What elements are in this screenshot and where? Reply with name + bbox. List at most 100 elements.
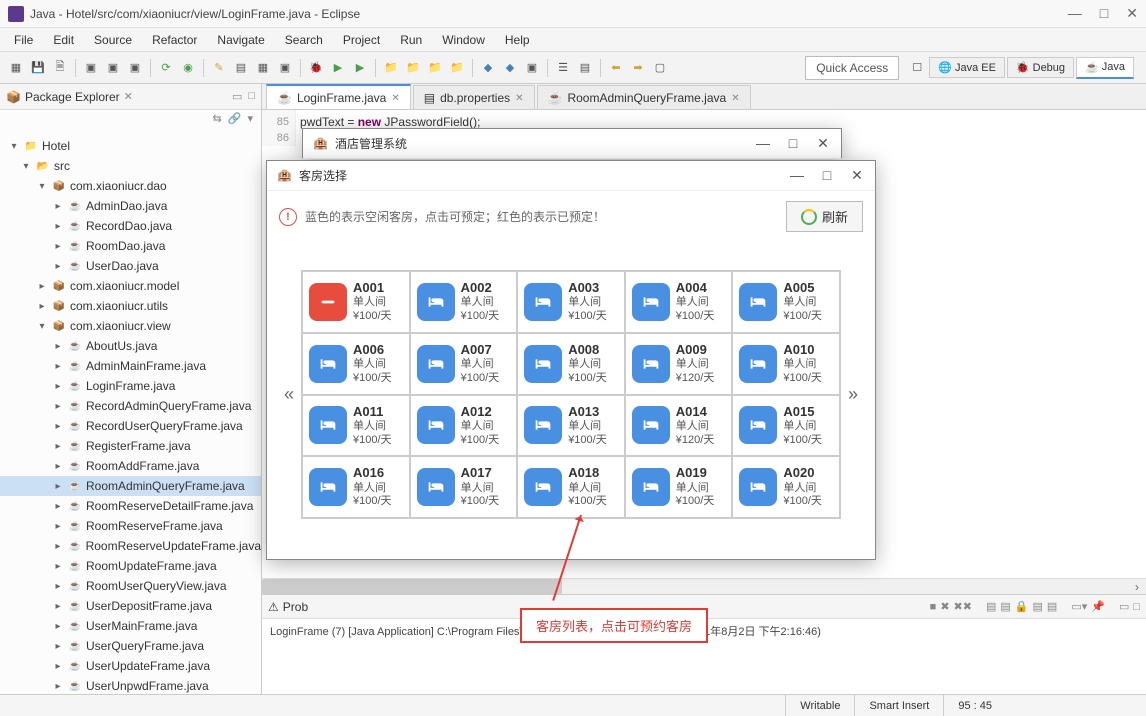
tree-node[interactable]: ▸☕RoomReserveUpdateFrame.java — [0, 536, 261, 556]
new-button[interactable]: ▦ — [6, 58, 26, 78]
debug-button[interactable]: 🐞 — [306, 58, 326, 78]
tree-node[interactable]: ▸☕RoomReserveDetailFrame.java — [0, 496, 261, 516]
menu-window[interactable]: Window — [434, 31, 493, 49]
room-cell[interactable]: A015 单人间 ¥100/天 — [732, 395, 840, 457]
editor-tab[interactable]: ▤db.properties✕ — [413, 85, 535, 109]
open-perspective-button[interactable]: ☐ — [907, 58, 927, 78]
room-cell[interactable]: A016 单人间 ¥100/天 — [302, 456, 410, 518]
dialog-close-button[interactable]: ✕ — [815, 135, 831, 152]
tree-node[interactable]: ▸☕UserUpdateFrame.java — [0, 656, 261, 676]
tree-node[interactable]: ▸☕UserMainFrame.java — [0, 616, 261, 636]
menu-navigate[interactable]: Navigate — [209, 31, 272, 49]
toolbar-button[interactable]: 📁 — [381, 58, 401, 78]
toolbar-button[interactable]: ▣ — [522, 58, 542, 78]
tree-node[interactable]: ▸☕RoomUpdateFrame.java — [0, 556, 261, 576]
toolbar-button[interactable]: ▣ — [125, 58, 145, 78]
console-select-button[interactable]: ▭▾ — [1071, 600, 1087, 613]
console-toolbar-button[interactable]: ▤ — [1047, 600, 1057, 613]
tree-node[interactable]: ▾📦com.xiaoniucr.dao — [0, 176, 261, 196]
tree-node[interactable]: ▸☕RegisterFrame.java — [0, 436, 261, 456]
quick-access-input[interactable]: Quick Access — [805, 56, 899, 80]
console-maximize-button[interactable]: □ — [1133, 601, 1140, 613]
tree-node[interactable]: ▸☕AdminDao.java — [0, 196, 261, 216]
refresh-button[interactable]: 刷新 — [786, 201, 863, 232]
perspective-java[interactable]: ☕Java — [1076, 57, 1134, 79]
terminate-button[interactable]: ■ — [930, 601, 937, 613]
save-button[interactable]: 💾 — [28, 58, 48, 78]
tree-node[interactable]: ▸☕UserDepositFrame.java — [0, 596, 261, 616]
room-cell[interactable]: A018 单人间 ¥100/天 — [517, 456, 625, 518]
console-toolbar-button[interactable]: ▤ — [1000, 600, 1010, 613]
toolbar-button[interactable]: 📁 — [403, 58, 423, 78]
remove-button[interactable]: ✖ — [940, 600, 949, 613]
menu-project[interactable]: Project — [335, 31, 388, 49]
collapse-all-button[interactable]: ⇆ — [213, 112, 222, 130]
link-editor-button[interactable]: 🔗 — [228, 112, 242, 130]
tree-node[interactable]: ▸☕RoomAdminQueryFrame.java — [0, 476, 261, 496]
toolbar-button[interactable]: ▤ — [575, 58, 595, 78]
room-cell[interactable]: A014 单人间 ¥120/天 — [625, 395, 733, 457]
prev-page-button[interactable]: « — [277, 365, 301, 425]
tree-node[interactable]: ▸☕UserDao.java — [0, 256, 261, 276]
toolbar-button[interactable]: ▣ — [275, 58, 295, 78]
toolbar-button[interactable]: ▦ — [253, 58, 273, 78]
dialog-minimize-button[interactable]: ― — [789, 167, 805, 184]
room-cell[interactable]: A013 单人间 ¥100/天 — [517, 395, 625, 457]
toolbar-button[interactable]: ▣ — [103, 58, 123, 78]
console-toolbar-button[interactable]: 🔒 — [1015, 600, 1029, 613]
dialog-maximize-button[interactable]: □ — [819, 167, 835, 184]
toolbar-button[interactable]: ▣ — [81, 58, 101, 78]
view-menu-button[interactable]: ▾ — [247, 112, 253, 130]
pin-console-button[interactable]: 📌 — [1091, 600, 1105, 613]
console-tab-label[interactable]: Prob — [283, 600, 308, 614]
editor-tab[interactable]: ☕RoomAdminQueryFrame.java✕ — [537, 85, 751, 109]
room-cell[interactable]: A020 单人间 ¥100/天 — [732, 456, 840, 518]
run-button[interactable]: ▶ — [328, 58, 348, 78]
room-cell[interactable]: A019 单人间 ¥100/天 — [625, 456, 733, 518]
room-cell[interactable]: A012 单人间 ¥100/天 — [410, 395, 518, 457]
tree-node[interactable]: ▸☕UserQueryFrame.java — [0, 636, 261, 656]
tree-node[interactable]: ▸☕RoomAddFrame.java — [0, 456, 261, 476]
tree-node[interactable]: ▸☕UserUnpwdFrame.java — [0, 676, 261, 694]
perspective-javaee[interactable]: 🌐Java EE — [929, 57, 1005, 78]
menu-search[interactable]: Search — [277, 31, 331, 49]
toolbar-button[interactable]: ▤ — [231, 58, 251, 78]
toolbar-button[interactable]: 📁 — [447, 58, 467, 78]
package-tree[interactable]: ▾📁Hotel▾📂src▾📦com.xiaoniucr.dao▸☕AdminDa… — [0, 132, 261, 694]
toolbar-button[interactable]: ☰ — [553, 58, 573, 78]
menu-edit[interactable]: Edit — [45, 31, 82, 49]
room-cell[interactable]: A003 单人间 ¥100/天 — [517, 271, 625, 333]
menu-source[interactable]: Source — [86, 31, 140, 49]
menu-run[interactable]: Run — [392, 31, 430, 49]
room-cell[interactable]: A009 单人间 ¥120/天 — [625, 333, 733, 395]
next-page-button[interactable]: » — [841, 365, 865, 425]
toolbar-button[interactable]: ⟳ — [156, 58, 176, 78]
toolbar-button[interactable]: ◉ — [178, 58, 198, 78]
tree-node[interactable]: ▸☕AboutUs.java — [0, 336, 261, 356]
tree-node[interactable]: ▾📦com.xiaoniucr.view — [0, 316, 261, 336]
tree-node[interactable]: ▸☕RoomDao.java — [0, 236, 261, 256]
room-cell[interactable]: A010 单人间 ¥100/天 — [732, 333, 840, 395]
room-cell[interactable]: A017 单人间 ¥100/天 — [410, 456, 518, 518]
room-cell[interactable]: A007 单人间 ¥100/天 — [410, 333, 518, 395]
window-maximize-button[interactable]: □ — [1100, 5, 1108, 22]
console-minimize-button[interactable]: ▭ — [1119, 600, 1129, 613]
toolbar-button[interactable]: 📁 — [425, 58, 445, 78]
tree-node[interactable]: ▸☕RoomUserQueryView.java — [0, 576, 261, 596]
console-toolbar-button[interactable]: ▤ — [1033, 600, 1043, 613]
tab-close-button[interactable]: ✕ — [515, 93, 523, 104]
tree-node[interactable]: ▸📦com.xiaoniucr.utils — [0, 296, 261, 316]
room-cell[interactable]: A002 单人间 ¥100/天 — [410, 271, 518, 333]
tree-node[interactable]: ▸📦com.xiaoniucr.model — [0, 276, 261, 296]
tree-node[interactable]: ▸☕AdminMainFrame.java — [0, 356, 261, 376]
save-all-button[interactable]: 🗎 — [50, 58, 70, 78]
horizontal-scrollbar[interactable]: › — [262, 578, 1146, 594]
perspective-debug[interactable]: 🐞Debug — [1007, 57, 1074, 78]
tree-node[interactable]: ▸☕RecordUserQueryFrame.java — [0, 416, 261, 436]
toolbar-button[interactable]: ✎ — [209, 58, 229, 78]
room-cell[interactable]: A004 单人间 ¥100/天 — [625, 271, 733, 333]
room-cell[interactable]: A005 单人间 ¥100/天 — [732, 271, 840, 333]
tree-node[interactable]: ▾📂src — [0, 156, 261, 176]
editor-tab[interactable]: ☕LoginFrame.java✕ — [266, 84, 411, 109]
tree-node[interactable]: ▸☕RoomReserveFrame.java — [0, 516, 261, 536]
